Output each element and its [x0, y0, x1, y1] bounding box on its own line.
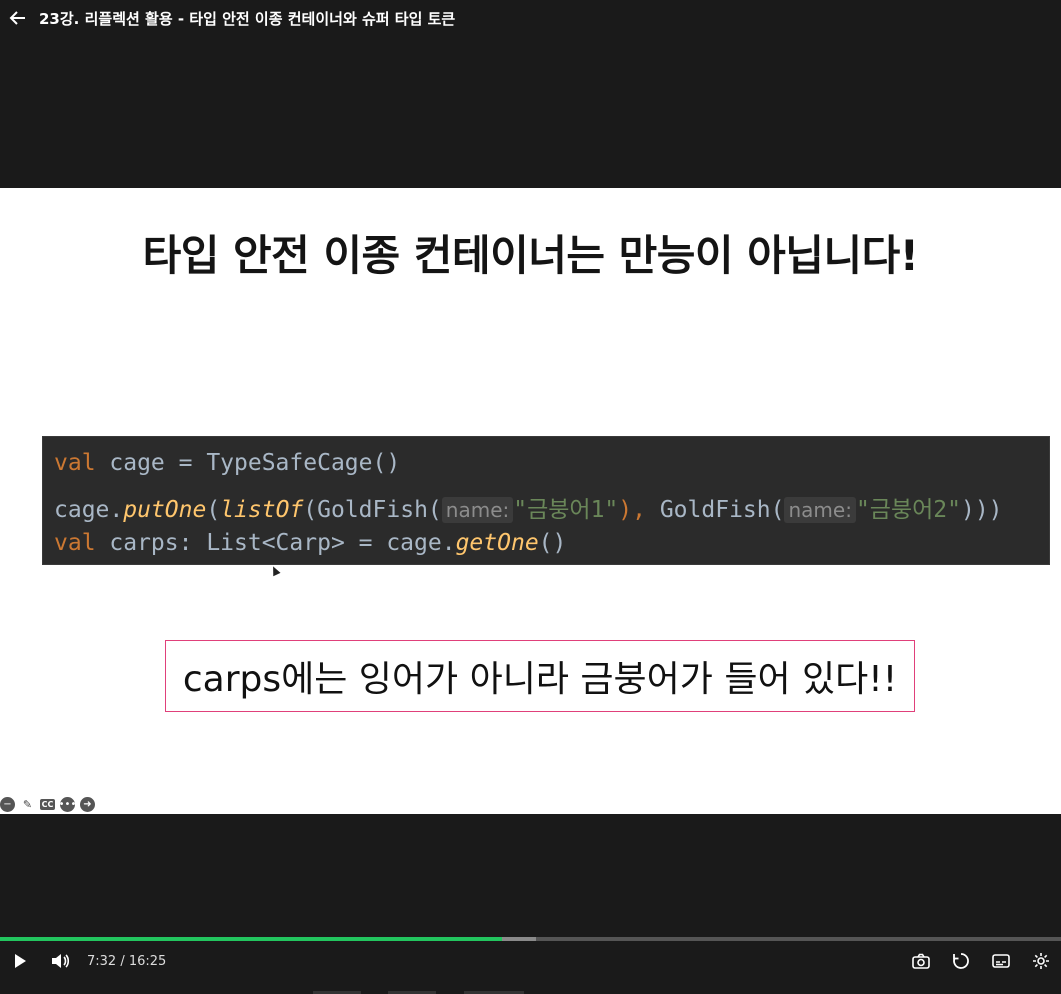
code-text: (: [206, 497, 221, 523]
code-text: ),: [618, 497, 646, 523]
code-string: "금붕어1": [513, 497, 619, 523]
slide-heading: 타입 안전 이종 컨테이너는 만능이 아닙니다!: [142, 231, 919, 280]
code-function: getOne: [455, 530, 539, 556]
top-bar: 23강. 리플렉션 활용 - 타입 안전 이종 컨테이너와 슈퍼 타입 토큰: [0, 0, 1061, 36]
code-text: cage = TypeSafeCage(): [95, 450, 401, 476]
code-string: "금붕어2": [855, 497, 961, 523]
param-hint: name:: [784, 497, 856, 523]
player-controls: 7:32 / 16:25: [0, 944, 1061, 978]
subtitles-icon[interactable]: [981, 944, 1021, 978]
code-text: cage.: [54, 497, 124, 523]
arrow-left-icon[interactable]: [0, 0, 36, 36]
code-line-2: cage.putOne(listOf(GoldFish(name: "금붕어1")…: [54, 490, 1003, 524]
settings-icon[interactable]: [1021, 944, 1061, 978]
note-box: carps에는 잉어가 아니라 금붕어가 들어 있다!!: [165, 640, 915, 712]
slide-toolbar: − ✎ CC ••• ➜: [0, 796, 95, 812]
code-function: listOf: [220, 497, 304, 523]
progress-played: [0, 937, 502, 941]
code-text: (): [538, 530, 567, 556]
code-keyword: val: [54, 450, 96, 476]
code-block: val cage = TypeSafeCage() cage.putOne(li…: [42, 436, 1050, 565]
camera-icon[interactable]: [901, 944, 941, 978]
cc-icon[interactable]: CC: [40, 798, 55, 810]
minus-circle-icon[interactable]: −: [0, 796, 15, 812]
arrow-right-circle-icon[interactable]: ➜: [80, 796, 95, 812]
mouse-cursor-icon: [269, 564, 281, 577]
param-hint: name:: [441, 497, 514, 523]
code-text: GoldFish(: [645, 497, 785, 523]
code-text: (GoldFish(: [303, 497, 442, 523]
code-text: ))): [960, 497, 1003, 523]
play-icon[interactable]: [0, 944, 40, 978]
code-text: carps: List<Carp> = cage.: [95, 530, 456, 556]
volume-icon[interactable]: [40, 944, 80, 978]
more-icon[interactable]: •••: [59, 796, 76, 812]
replay-icon[interactable]: [941, 944, 981, 978]
code-line-1: val cage = TypeSafeCage(): [54, 450, 400, 476]
pencil-icon[interactable]: ✎: [20, 797, 35, 812]
time-display: 7:32 / 16:25: [87, 953, 167, 969]
progress-bar[interactable]: [0, 937, 1061, 941]
code-function: putOne: [123, 497, 207, 523]
video-title: 23강. 리플렉션 활용 - 타입 안전 이종 컨테이너와 슈퍼 타입 토큰: [39, 9, 456, 28]
code-line-3: val carps: List<Carp> = cage.getOne(): [54, 530, 566, 556]
slide-content: 타입 안전 이종 컨테이너는 만능이 아닙니다! val cage = Type…: [0, 188, 1061, 814]
code-keyword: val: [54, 530, 96, 556]
